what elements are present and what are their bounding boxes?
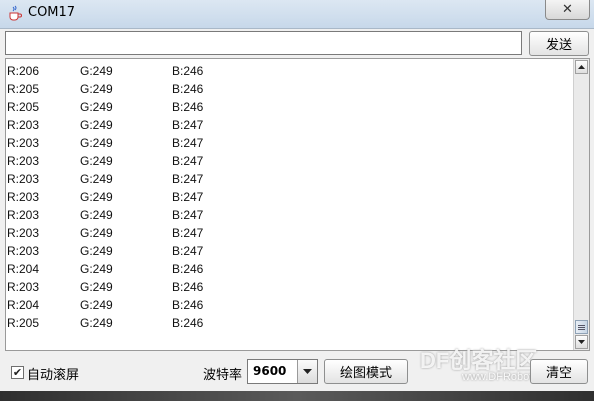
title-bar[interactable]: COM17 ✕ — [0, 0, 594, 29]
output-lines: R:206 G:249 B:246 R:205 G:249 B:246 R:205 G:249… — [6, 64, 566, 334]
output-value-b: B:247 — [172, 154, 204, 168]
output-value-r: R:205 — [7, 82, 40, 96]
output-value-r: R:203 — [7, 136, 40, 150]
output-value-r: R:203 — [7, 154, 40, 168]
close-button[interactable]: ✕ — [545, 0, 590, 20]
output-value-g: G:249 — [80, 154, 113, 168]
checkmark-icon: ✔ — [12, 366, 23, 379]
output-value-b: B:247 — [172, 136, 204, 150]
arrow-down-icon — [578, 340, 585, 344]
output-value-b: B:247 — [172, 244, 204, 258]
output-value-g: G:249 — [80, 298, 113, 312]
output-value-g: G:249 — [80, 64, 113, 78]
java-cup-icon — [7, 5, 23, 21]
output-value-b: B:246 — [172, 298, 204, 312]
output-value-b: B:246 — [172, 262, 204, 276]
serial-output-area[interactable]: R:206 G:249 B:246 R:205 G:249 B:246 R:205 G:249… — [5, 58, 590, 351]
output-value-b: B:247 — [172, 172, 204, 186]
output-value-b: B:247 — [172, 118, 204, 132]
output-value-g: G:249 — [80, 100, 113, 114]
vertical-scrollbar[interactable] — [573, 59, 589, 350]
output-value-b: B:246 — [172, 82, 204, 96]
output-value-r: R:203 — [7, 208, 40, 222]
clear-button[interactable]: 清空 — [530, 359, 588, 384]
chevron-down-icon — [303, 369, 312, 374]
send-button[interactable]: 发送 — [529, 31, 589, 56]
output-value-r: R:205 — [7, 316, 40, 330]
output-value-r: R:203 — [7, 190, 40, 204]
output-value-b: B:246 — [172, 64, 204, 78]
output-value-g: G:249 — [80, 262, 113, 276]
output-value-g: G:249 — [80, 316, 113, 330]
close-icon: ✕ — [562, 2, 573, 17]
baud-rate-select[interactable]: 9600 — [247, 359, 318, 384]
output-value-g: G:249 — [80, 244, 113, 258]
output-line: R:205 G:249 B:246 — [6, 82, 566, 100]
output-line: R:203 G:249 B:247 — [6, 154, 566, 172]
output-value-b: B:247 — [172, 190, 204, 204]
output-line: R:206 G:249 B:246 — [6, 64, 566, 82]
output-line: R:203 G:249 B:247 — [6, 172, 566, 190]
serial-monitor-window: COM17 ✕ 发送 R:206 G:249 B:246 R:205 G:249 B:24… — [0, 0, 594, 401]
output-value-b: B:246 — [172, 100, 204, 114]
output-value-r: R:203 — [7, 244, 40, 258]
output-value-r: R:204 — [7, 262, 40, 276]
output-value-b: B:246 — [172, 280, 204, 294]
output-value-r: R:206 — [7, 64, 40, 78]
output-line: R:203 G:249 B:247 — [6, 136, 566, 154]
output-line: R:205 G:249 B:246 — [6, 316, 566, 334]
scroll-up-button[interactable] — [575, 60, 588, 74]
baud-rate-label: 波特率 — [203, 368, 243, 383]
output-value-r: R:203 — [7, 280, 40, 294]
output-value-b: B:247 — [172, 208, 204, 222]
output-line: R:203 G:249 B:247 — [6, 190, 566, 208]
output-value-g: G:249 — [80, 208, 113, 222]
output-value-g: G:249 — [80, 82, 113, 96]
output-value-g: G:249 — [80, 172, 113, 186]
desktop-background-strip — [0, 391, 594, 401]
output-value-g: G:249 — [80, 136, 113, 150]
window-title: COM17 — [28, 5, 76, 20]
output-value-r: R:203 — [7, 118, 40, 132]
dropdown-button[interactable] — [297, 360, 317, 383]
output-value-r: R:204 — [7, 298, 40, 312]
output-line: R:203 G:249 B:247 — [6, 226, 566, 244]
output-value-r: R:203 — [7, 172, 40, 186]
output-value-g: G:249 — [80, 190, 113, 204]
output-line: R:204 G:249 B:246 — [6, 298, 566, 316]
send-input[interactable] — [5, 31, 522, 55]
output-line: R:203 G:249 B:246 — [6, 280, 566, 298]
autoscroll-label[interactable]: 自动滚屏 — [27, 364, 79, 383]
scroll-thumb[interactable] — [575, 320, 588, 334]
baud-rate-value: 9600 — [253, 364, 287, 378]
output-value-g: G:249 — [80, 226, 113, 240]
plot-mode-button[interactable]: 绘图模式 — [324, 359, 408, 384]
arrow-up-icon — [578, 65, 585, 69]
output-line: R:205 G:249 B:246 — [6, 100, 566, 118]
output-value-g: G:249 — [80, 118, 113, 132]
output-value-b: B:247 — [172, 226, 204, 240]
output-value-b: B:246 — [172, 316, 204, 330]
output-line: R:203 G:249 B:247 — [6, 118, 566, 136]
output-line: R:204 G:249 B:246 — [6, 262, 566, 280]
grip-icon — [578, 324, 585, 330]
output-value-r: R:205 — [7, 100, 40, 114]
scroll-down-button[interactable] — [575, 335, 588, 349]
autoscroll-checkbox[interactable]: ✔ — [11, 366, 24, 379]
output-value-r: R:203 — [7, 226, 40, 240]
output-line: R:203 G:249 B:247 — [6, 208, 566, 226]
output-value-g: G:249 — [80, 280, 113, 294]
output-line: R:203 G:249 B:247 — [6, 244, 566, 262]
